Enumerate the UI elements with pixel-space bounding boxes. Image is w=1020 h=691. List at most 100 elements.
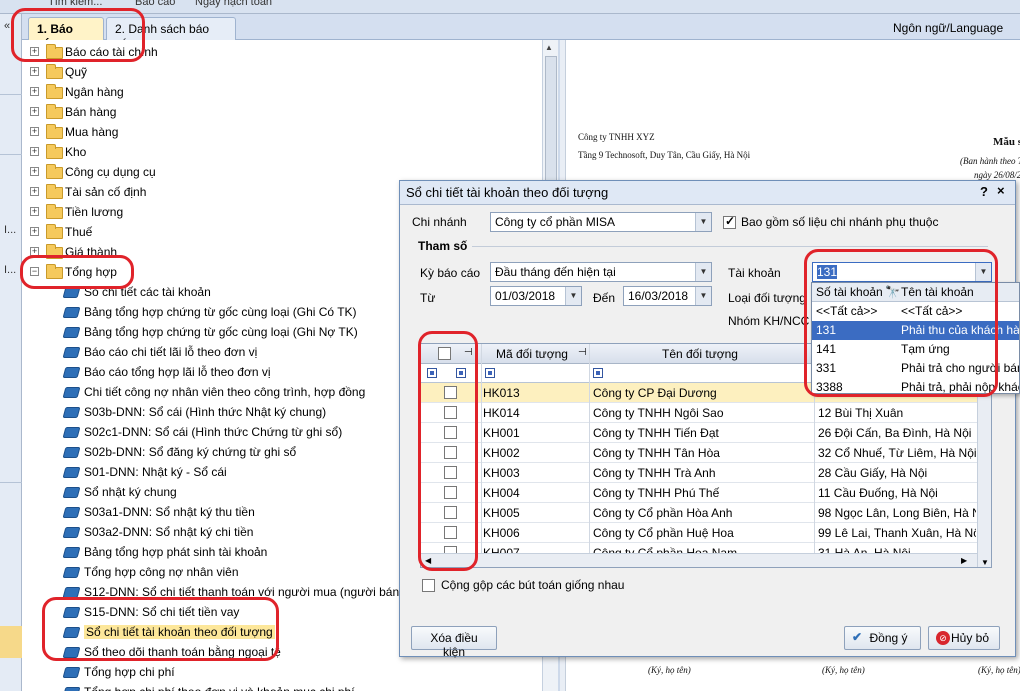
preview-form: Mẫu số: [993,136,1020,148]
tree-report-label: Tổng hợp chi phí [84,665,175,679]
period-select[interactable]: Đầu tháng đến hiện tại ▼ [490,262,712,282]
chevron-down-icon[interactable]: ▼ [695,263,711,281]
tree-report-label: S01-DNN: Nhật ký - Sổ cái [84,465,227,479]
expand-icon[interactable]: + [30,147,39,156]
cell-address: 98 Ngọc Lân, Long Biên, Hà Nội [818,506,976,520]
scroll-up-icon[interactable]: ▲ [545,43,553,52]
cancel-button[interactable]: ⊘ Hủy bỏ [928,626,1000,650]
clear-conditions-button[interactable]: Xóa điều kiện [411,626,497,659]
expand-icon[interactable]: + [30,207,39,216]
expand-icon[interactable]: + [30,67,39,76]
help-icon[interactable]: ? [980,184,988,199]
toolbar-report[interactable]: Báo cáo [135,0,175,8]
collapse-chevron-icon[interactable]: « [4,20,10,32]
scroll-down-icon[interactable]: ▼ [981,558,989,567]
params-group-label: Tham số [418,239,468,253]
cell-address: 99 Lê Lai, Thanh Xuân, Hà Nội [818,526,976,540]
cell-name: Công ty TNHH Trà Anh [593,466,716,480]
annotation-box [42,597,279,661]
preview-signature: (Ký, họ tên) [648,665,691,675]
tree-report-label: S02c1-DNN: Sổ cái (Hình thức Chứng từ gh… [84,425,343,439]
folder-icon [46,184,63,199]
annotation-box [20,255,134,289]
report-book-icon [62,487,81,498]
tree-folder[interactable]: + Ngân hàng [22,82,522,102]
branch-select[interactable]: Công ty cổ phần MISA ▼ [490,212,712,232]
cell-name: Công ty Cổ phần Huệ Hoa [593,526,734,540]
cell-address: 28 Cầu Giấy, Hà Nội [818,466,928,480]
preview-company: Công ty TNHH XYZ [578,132,655,142]
table-row[interactable]: HK014 Công ty TNHH Ngôi Sao 12 Bùi Thị Xuâ… [421,403,991,423]
cell-address: 11 Cầu Đuống, Hà Nội [818,486,938,500]
filter-icon[interactable] [485,368,495,378]
tree-folder-label: Mua hàng [65,125,119,139]
ok-button[interactable]: ✔ Đồng ý [844,626,921,650]
col-name-header[interactable]: Tên đối tượng [662,347,738,361]
expand-icon[interactable]: + [30,107,39,116]
grid-vscrollbar[interactable]: ▼ [977,383,991,567]
tree-report-label: Tổng hợp chi phí theo đơn vị và khoản mụ… [84,685,355,691]
toolbar-posting-date[interactable]: Ngày hạch toán [195,0,272,8]
tree-folder[interactable]: + Công cụ dụng cụ [22,162,522,182]
chevron-down-icon[interactable]: ▼ [695,287,711,305]
merge-entries-checkbox[interactable] [422,579,435,592]
grid-hscrollbar[interactable]: ◀ ▶ [421,553,977,567]
to-date-field[interactable]: 16/03/2018 ▼ [623,286,712,306]
expand-icon[interactable]: + [30,87,39,96]
report-book-icon [62,407,81,418]
table-row[interactable]: KH003 Công ty TNHH Trà Anh 28 Cầu Giấy, Hà… [421,463,991,483]
report-book-icon [62,527,81,538]
tree-report-item[interactable]: Tổng hợp chi phí [22,662,532,682]
check-icon: ✔ [852,630,863,644]
nav-strip-active[interactable] [0,626,22,658]
report-book-icon [62,507,81,518]
tree-folder[interactable]: + Kho [22,142,522,162]
annotation-box [418,331,478,571]
tree-report-label: Bảng tổng hợp chứng từ gốc cùng loại (Gh… [84,305,357,319]
toolbar-search[interactable]: Tìm kiếm... [48,0,102,8]
cell-name: Công ty TNHH Tiến Đạt [593,426,719,440]
cell-address: 12 Bùi Thị Xuân [818,406,904,420]
cell-name: Công ty TNHH Tân Hòa [593,446,720,460]
scroll-right-icon[interactable]: ▶ [961,556,967,565]
expand-icon[interactable]: + [30,227,39,236]
col-code-header[interactable]: Mã đối tượng [496,347,568,361]
report-book-icon [62,467,81,478]
tree-folder[interactable]: + Mua hàng [22,122,522,142]
pin-icon[interactable]: ⊣ [578,347,587,358]
annotation-box [11,8,145,62]
cell-address: 32 Cổ Nhuế, Từ Liêm, Hà Nội [818,446,976,460]
table-row[interactable]: KH002 Công ty TNHH Tân Hòa 32 Cổ Nhuế, Từ … [421,443,991,463]
from-date-field[interactable]: 01/03/2018 ▼ [490,286,582,306]
cell-code: KH005 [483,506,520,520]
cell-code: HK014 [483,406,520,420]
tree-folder-label: Ngân hàng [65,85,124,99]
include-branches-checkbox[interactable] [723,214,736,229]
cell-code: KH006 [483,526,520,540]
tree-report-label: Chi tiết công nợ nhân viên theo công trì… [84,385,366,399]
tree-report-item[interactable]: Tổng hợp chi phí theo đơn vị và khoản mụ… [22,682,532,691]
customer-group-label: Nhóm KH/NCC [728,314,810,328]
tree-folder[interactable]: + Quỹ [22,62,522,82]
close-icon[interactable]: × [997,183,1005,198]
table-row[interactable]: KH006 Công ty Cổ phần Huệ Hoa 99 Lê Lai, T… [421,523,991,543]
table-row[interactable]: KH005 Công ty Cổ phần Hòa Anh 98 Ngọc Lân,… [421,503,991,523]
expand-icon[interactable]: + [30,167,39,176]
tree-report-label: S03a2-DNN: Sổ nhật ký chi tiền [84,525,254,539]
folder-icon [46,84,63,99]
folder-icon [46,64,63,79]
table-row[interactable]: KH001 Công ty TNHH Tiến Đạt 26 Đội Cấn, Ba… [421,423,991,443]
tree-folder[interactable]: + Bán hàng [22,102,522,122]
table-row[interactable]: KH004 Công ty TNHH Phú Thế 11 Cầu Đuống, H… [421,483,991,503]
from-label: Từ [420,291,436,305]
expand-icon[interactable]: + [30,127,39,136]
preview-signature: (Ký, họ tên) [978,665,1020,675]
expand-icon[interactable]: + [30,187,39,196]
chevron-down-icon[interactable]: ▼ [695,213,711,231]
folder-icon [46,104,63,119]
merge-entries-label: Cộng gộp các bút toán giống nhau [441,578,625,592]
tree-folder-label: Công cụ dụng cụ [65,165,156,179]
filter-icon[interactable] [593,368,603,378]
chevron-down-icon[interactable]: ▼ [565,287,581,305]
preview-note2: ngày 26/08/201 [974,170,1020,180]
